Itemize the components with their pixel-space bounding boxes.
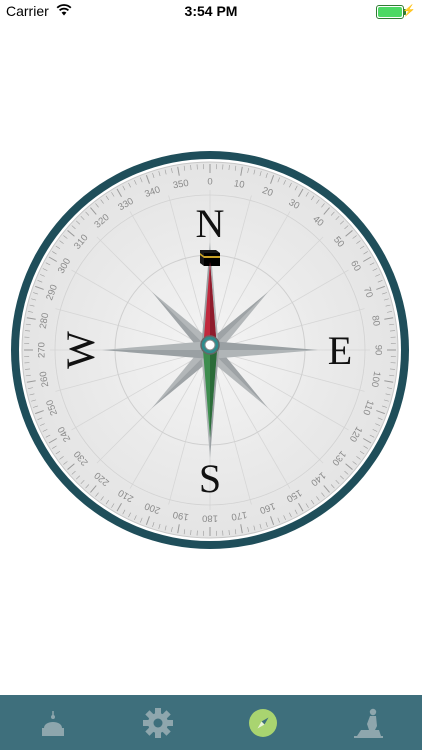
degree-label: 0 — [207, 177, 212, 188]
degree-label: 10 — [233, 178, 245, 191]
cardinal-east: E — [328, 328, 352, 373]
degree-label: 80 — [369, 315, 382, 327]
compass-dial[interactable]: 0 10 20 30 40 50 60 70 80 90 100 110 120 130 140 150 160… — [10, 150, 410, 550]
mosque-icon — [41, 710, 64, 736]
status-time: 3:54 PM — [184, 3, 238, 19]
degree-label: 180 — [202, 512, 218, 523]
gear-icon — [142, 707, 173, 738]
degree-label: 270 — [37, 342, 48, 358]
cardinal-south: S — [199, 456, 221, 501]
tab-compass[interactable] — [210, 695, 315, 750]
compass-icon — [248, 708, 277, 737]
compass-graphic: 0 102030405060708090100110120130140150160… — [11, 151, 409, 549]
prayer-icon — [353, 708, 383, 738]
tab-mosque[interactable] — [0, 695, 105, 750]
degree-label: 90 — [372, 345, 383, 356]
battery-charging-icon — [376, 5, 406, 19]
cardinal-north: N — [196, 201, 225, 246]
charging-bolt-icon: ⚡ — [402, 5, 416, 17]
cardinal-west: W — [58, 331, 103, 369]
tab-prayer[interactable] — [315, 695, 420, 750]
status-bar: Carrier 3:54 PM ⚡ — [0, 0, 422, 22]
tab-settings[interactable] — [105, 695, 210, 750]
tab-bar — [0, 695, 422, 750]
